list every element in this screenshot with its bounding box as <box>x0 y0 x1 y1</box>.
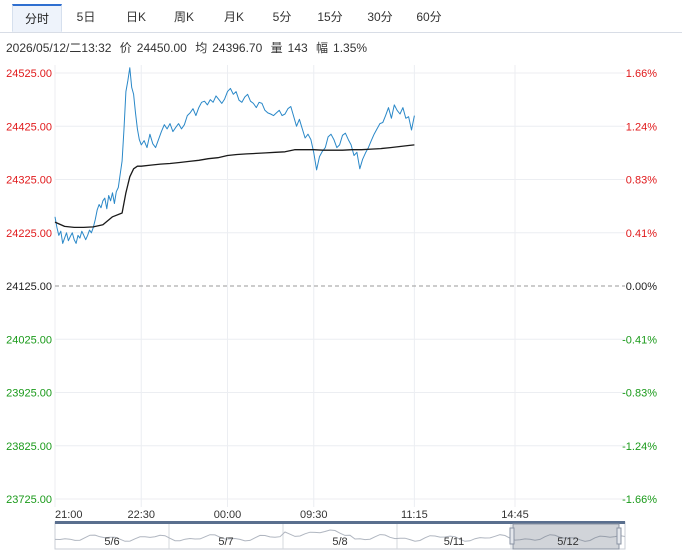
average-line <box>54 144 415 229</box>
pct-tick-label: -1.24% <box>622 441 657 453</box>
price-tick-label: 24525.00 <box>6 68 52 80</box>
navigator-day-label: 5/8 <box>332 536 347 548</box>
pct-tick-label: 1.66% <box>626 68 657 80</box>
time-tick-label: 09:30 <box>300 509 328 521</box>
navigator-right-handle[interactable] <box>616 527 622 545</box>
price-tick-label: 24325.00 <box>6 175 52 187</box>
price-tick-label: 23825.00 <box>6 441 52 453</box>
price-line <box>54 67 415 244</box>
navigator-left-handle[interactable] <box>509 527 515 545</box>
pct-tick-label: 0.83% <box>626 175 657 187</box>
time-tick-label: 11:15 <box>401 509 428 521</box>
time-tick-label: 21:00 <box>55 509 83 521</box>
pct-tick-label: 1.24% <box>626 121 657 133</box>
navigator-day-label: 5/11 <box>444 536 465 548</box>
price-tick-label: 24025.00 <box>6 334 52 346</box>
time-tick-label: 00:00 <box>214 509 242 521</box>
time-tick-label: 14:45 <box>501 509 529 521</box>
intraday-chart[interactable]: 24525.00 1.66% 24425.00 1.24% 24325.00 0.83% 2… <box>0 0 682 550</box>
price-tick-label: 24425.00 <box>6 121 52 133</box>
navigator-day-label: 5/12 <box>557 536 578 548</box>
pct-tick-label: 0.41% <box>626 228 657 240</box>
pct-tick-label: -0.41% <box>622 334 657 346</box>
navigator-day-label: 5/6 <box>104 536 119 548</box>
price-tick-label: 23725.00 <box>6 494 52 506</box>
pct-tick-label: -1.66% <box>622 494 657 506</box>
navigator-day-label: 5/7 <box>218 536 233 548</box>
time-tick-label: 22:30 <box>127 509 155 521</box>
pct-tick-label: 0.00% <box>626 281 657 293</box>
price-tick-label: 24225.00 <box>6 228 52 240</box>
pct-tick-label: -0.83% <box>622 388 657 400</box>
price-tick-label: 23925.00 <box>6 388 52 400</box>
price-tick-label: 24125.00 <box>6 281 52 293</box>
